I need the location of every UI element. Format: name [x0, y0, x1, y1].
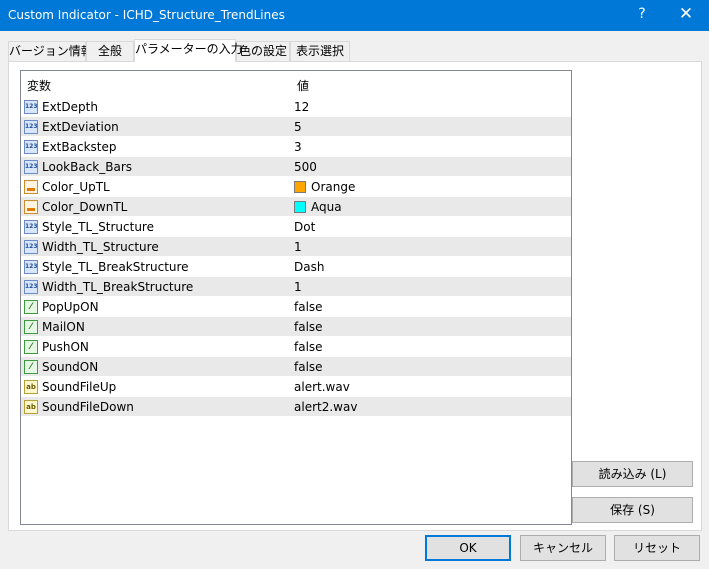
integer-icon: 123	[24, 260, 38, 274]
parameter-row[interactable]: 123 ExtBackstep 3	[21, 137, 571, 157]
load-button[interactable]: 読み込み (L)	[572, 461, 693, 487]
parameter-value[interactable]: false	[294, 320, 323, 334]
parameter-value[interactable]: alert2.wav	[294, 400, 357, 414]
color-icon	[24, 200, 38, 214]
parameter-row[interactable]: 123 ExtDepth 12	[21, 97, 571, 117]
integer-icon: 123	[24, 240, 38, 254]
ok-button[interactable]: OK	[425, 535, 511, 561]
tab-visualization[interactable]: 表示選択	[290, 41, 350, 61]
parameter-value[interactable]: 12	[294, 100, 309, 114]
string-icon: ab	[24, 400, 38, 414]
boolean-icon: ⁄	[24, 300, 38, 314]
column-header-variable[interactable]: 変数	[27, 77, 51, 94]
help-icon[interactable]: ?	[636, 6, 648, 22]
parameter-row[interactable]: ⁄ MailON false	[21, 317, 571, 337]
parameter-value[interactable]: 1	[294, 240, 302, 254]
parameter-value[interactable]: false	[294, 360, 323, 374]
parameter-value[interactable]: false	[294, 300, 323, 314]
parameter-name: Width_TL_BreakStructure	[42, 280, 194, 294]
integer-icon: 123	[24, 120, 38, 134]
parameter-name: Style_TL_Structure	[42, 220, 154, 234]
tab-color-settings[interactable]: 色の設定	[236, 41, 290, 61]
parameter-name: ExtBackstep	[42, 140, 117, 154]
cancel-button[interactable]: キャンセル	[520, 535, 606, 561]
boolean-icon: ⁄	[24, 360, 38, 374]
parameter-value[interactable]: 500	[294, 160, 317, 174]
parameter-name: SoundON	[42, 360, 99, 374]
parameter-row[interactable]: ab SoundFileUp alert.wav	[21, 377, 571, 397]
integer-icon: 123	[24, 220, 38, 234]
parameter-row[interactable]: ab SoundFileDown alert2.wav	[21, 397, 571, 417]
parameter-name: LookBack_Bars	[42, 160, 133, 174]
tab-version-info[interactable]: バージョン情報	[8, 41, 93, 61]
parameter-value[interactable]: 1	[294, 280, 302, 294]
color-icon	[24, 180, 38, 194]
parameter-name: Width_TL_Structure	[42, 240, 159, 254]
parameter-row[interactable]: 123 Style_TL_BreakStructure Dash	[21, 257, 571, 277]
boolean-icon: ⁄	[24, 340, 38, 354]
parameters-grid: 変数 値 123 ExtDepth 12 123 ExtDeviation 5 123 Ext…	[20, 70, 572, 525]
color-swatch[interactable]	[294, 201, 306, 213]
parameter-name: ExtDepth	[42, 100, 98, 114]
parameter-value[interactable]: Aqua	[311, 200, 342, 214]
parameter-name: PushON	[42, 340, 89, 354]
parameter-name: PopUpON	[42, 300, 99, 314]
parameter-value[interactable]: false	[294, 340, 323, 354]
parameter-name: Style_TL_BreakStructure	[42, 260, 189, 274]
close-icon[interactable]: ✕	[676, 4, 696, 24]
parameter-row[interactable]: 123 Width_TL_BreakStructure 1	[21, 277, 571, 297]
parameter-row[interactable]: ⁄ SoundON false	[21, 357, 571, 377]
window-title: Custom Indicator - ICHD_Structure_TrendL…	[8, 8, 285, 22]
parameter-row[interactable]: 123 Width_TL_Structure 1	[21, 237, 571, 257]
column-header-value[interactable]: 値	[297, 77, 309, 94]
parameter-value[interactable]: Orange	[311, 180, 355, 194]
parameter-value[interactable]: Dash	[294, 260, 324, 274]
parameter-name: MailON	[42, 320, 85, 334]
string-icon: ab	[24, 380, 38, 394]
parameter-value[interactable]: alert.wav	[294, 380, 350, 394]
parameter-name: SoundFileUp	[42, 380, 117, 394]
save-button[interactable]: 保存 (S)	[572, 497, 693, 523]
parameter-value[interactable]: 5	[294, 120, 302, 134]
integer-icon: 123	[24, 140, 38, 154]
title-bar: Custom Indicator - ICHD_Structure_TrendL…	[0, 0, 709, 31]
parameter-row[interactable]: ⁄ PopUpON false	[21, 297, 571, 317]
grid-header: 変数 値	[21, 71, 571, 97]
parameter-value[interactable]: 3	[294, 140, 302, 154]
parameter-row[interactable]: Color_DownTL Aqua	[21, 197, 571, 217]
parameter-name: Color_DownTL	[42, 200, 128, 214]
parameters-panel: 変数 値 123 ExtDepth 12 123 ExtDeviation 5 123 Ext…	[8, 61, 702, 531]
parameter-name: Color_UpTL	[42, 180, 110, 194]
parameter-row[interactable]: 123 Style_TL_Structure Dot	[21, 217, 571, 237]
tab-input-parameters[interactable]: パラメーターの入力	[134, 39, 243, 62]
parameter-row[interactable]: Color_UpTL Orange	[21, 177, 571, 197]
parameter-value[interactable]: Dot	[294, 220, 315, 234]
parameter-row[interactable]: ⁄ PushON false	[21, 337, 571, 357]
parameter-name: SoundFileDown	[42, 400, 134, 414]
parameter-row[interactable]: 123 LookBack_Bars 500	[21, 157, 571, 177]
integer-icon: 123	[24, 160, 38, 174]
parameter-row[interactable]: 123 ExtDeviation 5	[21, 117, 571, 137]
parameter-name: ExtDeviation	[42, 120, 119, 134]
integer-icon: 123	[24, 100, 38, 114]
color-swatch[interactable]	[294, 181, 306, 193]
reset-button[interactable]: リセット	[614, 535, 700, 561]
boolean-icon: ⁄	[24, 320, 38, 334]
integer-icon: 123	[24, 280, 38, 294]
tab-general[interactable]: 全般	[86, 41, 134, 61]
